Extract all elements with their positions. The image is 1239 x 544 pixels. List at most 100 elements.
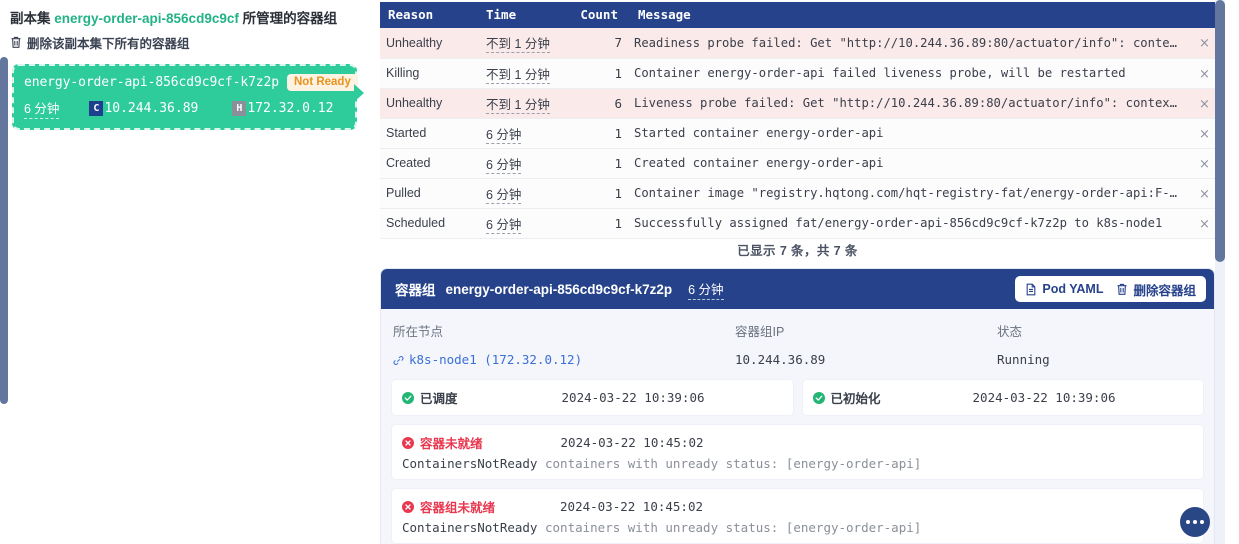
table-row[interactable]: Unhealthy 不到 1 分钟 7 Readiness probe failed:… — [380, 28, 1215, 59]
event-count: 1 — [566, 208, 628, 239]
pod-card-top-row: energy-order-api-856cd9c9cf-k7z2p Not Re… — [24, 74, 358, 91]
table-row[interactable]: Started 6 分钟 1 Started container energy-ord… — [380, 118, 1215, 149]
close-icon[interactable]: × — [1199, 158, 1210, 171]
event-reason: Unhealthy — [380, 88, 480, 119]
column-header-dismiss — [1193, 2, 1215, 28]
table-row[interactable]: Scheduled 6 分钟 1 Successfully assigned fat/… — [380, 208, 1215, 239]
replicaset-name: energy-order-api-856cd9c9cf — [54, 11, 239, 26]
column-header-message[interactable]: Message — [628, 2, 1193, 28]
table-row[interactable]: Unhealthy 不到 1 分钟 6 Liveness probe failed: … — [380, 88, 1215, 119]
pod-yaml-button[interactable]: Pod YAML — [1025, 282, 1103, 296]
events-table-footer: 已显示 7 条，共 7 条 — [737, 244, 858, 258]
event-time: 不到 1 分钟 — [480, 28, 566, 59]
condition-initialized-line: 已初始化 2024-03-22 10:39:06 — [812, 388, 1194, 407]
pod-panel-body: 所在节点 容器组IP 状态 k8s-node1 (172.32.0.12) 10… — [381, 309, 1214, 544]
column-header-time[interactable]: Time — [480, 2, 566, 28]
pod-card-bottom-row: 6 分钟 C 10.244.36.89 H 172.32.0.12 — [24, 98, 345, 119]
column-header-count[interactable]: Count — [566, 2, 628, 28]
page-title-suffix: 所管理的容器组 — [242, 11, 338, 26]
close-icon[interactable]: × — [1199, 218, 1210, 231]
events-table-head: Reason Time Count Message — [380, 2, 1215, 28]
error-circle-icon — [402, 436, 414, 449]
scrollbar-gutter — [1225, 0, 1239, 544]
close-icon[interactable]: × — [1199, 188, 1210, 201]
event-count: 1 — [566, 178, 628, 209]
pod-panel-age: 6 分钟 — [688, 279, 724, 300]
tree-connector-rail — [0, 57, 8, 404]
event-count: 1 — [566, 148, 628, 179]
container-ip-tag-icon: C — [89, 101, 104, 116]
pod-ip-value: 10.244.36.89 — [735, 352, 826, 367]
condition-reason: ContainersNotReady — [402, 456, 538, 471]
close-icon[interactable]: × — [1199, 98, 1210, 111]
table-row[interactable]: Created 6 分钟 1 Created container energy-ord… — [380, 148, 1215, 179]
condition-containers-not-ready-line: 容器未就绪 2024-03-22 10:45:02 — [402, 433, 1193, 452]
condition-reason: ContainersNotReady — [402, 520, 538, 535]
event-time: 6 分钟 — [480, 148, 566, 179]
condition-initialized-time: 2024-03-22 10:39:06 — [972, 390, 1116, 405]
events-table: Reason Time Count Message Unhealthy 不到 1 … — [380, 2, 1215, 239]
event-time: 不到 1 分钟 — [480, 58, 566, 89]
condition-containers-not-ready: 容器未就绪 2024-03-22 10:45:02 ContainersNotR… — [391, 424, 1204, 480]
status-badge: Not Ready — [286, 74, 358, 91]
pod-ip-label: 容器组IP — [735, 325, 785, 339]
condition-containers-not-ready-title: 容器未就绪 — [420, 437, 483, 451]
event-reason: Scheduled — [380, 208, 480, 239]
node-label: 所在节点 — [393, 325, 444, 339]
pod-yaml-label: Pod YAML — [1042, 282, 1104, 296]
event-dismiss-cell: × — [1193, 28, 1215, 59]
event-time: 不到 1 分钟 — [480, 88, 566, 119]
check-circle-icon — [402, 391, 414, 404]
error-circle-icon — [402, 500, 414, 513]
close-icon[interactable]: × — [1199, 68, 1210, 81]
table-row[interactable]: Pulled 6 分钟 1 Container image "registry.hqt… — [380, 178, 1215, 209]
delete-pod-label: 删除容器组 — [1133, 283, 1196, 298]
pod-card-container: energy-order-api-856cd9c9cf-k7z2p Not Re… — [12, 64, 364, 130]
table-row[interactable]: Killing 不到 1 分钟 1 Container energy-order-ap… — [380, 58, 1215, 89]
close-icon[interactable]: × — [1199, 37, 1210, 50]
page-title-prefix: 副本集 — [10, 11, 51, 26]
pod-card-host-ip: H 172.32.0.12 — [232, 101, 333, 116]
node-link[interactable]: k8s-node1 (172.32.0.12) — [393, 352, 735, 367]
event-count: 1 — [566, 118, 628, 149]
event-time-value: 6 分钟 — [486, 127, 522, 144]
delete-all-pods-button[interactable]: 删除该副本集下所有的容器组 — [10, 33, 369, 52]
vertical-scrollbar-thumb[interactable] — [1215, 0, 1225, 262]
condition-containers-not-ready-time: 2024-03-22 10:45:02 — [560, 435, 704, 450]
document-icon — [1025, 283, 1037, 296]
event-message: Readiness probe failed: Get "http://10.2… — [628, 28, 1193, 59]
event-dismiss-cell: × — [1193, 58, 1215, 89]
dot — [1200, 520, 1204, 524]
column-header-reason[interactable]: Reason — [380, 2, 480, 28]
event-reason: Pulled — [380, 178, 480, 209]
event-time-value: 不到 1 分钟 — [486, 67, 550, 84]
event-time: 6 分钟 — [480, 118, 566, 149]
app-screen: 副本集 energy-order-api-856cd9c9cf 所管理的容器组 … — [0, 0, 1239, 544]
pod-detail-column: Reason Time Count Message Unhealthy 不到 1 … — [380, 0, 1239, 544]
condition-pod-not-ready-line: 容器组未就绪 2024-03-22 10:45:02 — [402, 497, 1193, 516]
events-table-header-row: Reason Time Count Message — [380, 2, 1215, 28]
check-circle-icon — [812, 391, 825, 404]
close-icon[interactable]: × — [1199, 128, 1210, 141]
pod-panel-name: energy-order-api-856cd9c9cf-k7z2p — [445, 281, 673, 297]
delete-pod-button[interactable]: 删除容器组 — [1116, 280, 1196, 299]
event-dismiss-cell: × — [1193, 208, 1215, 239]
condition-scheduled-line: 已调度 2024-03-22 10:39:06 — [402, 388, 783, 407]
condition-pod-not-ready: 容器组未就绪 2024-03-22 10:45:02 ContainersNot… — [391, 488, 1204, 544]
more-actions-fab[interactable] — [1180, 507, 1210, 537]
event-time: 6 分钟 — [480, 178, 566, 209]
pod-card[interactable]: energy-order-api-856cd9c9cf-k7z2p Not Re… — [12, 64, 364, 130]
replicaset-header: 副本集 energy-order-api-856cd9c9cf 所管理的容器组 … — [0, 0, 379, 52]
event-message: Created container energy-order-api — [628, 148, 1193, 179]
pod-status-label: 状态 — [997, 325, 1023, 339]
pod-detail-panel: 容器组 energy-order-api-856cd9c9cf-k7z2p 6 … — [380, 268, 1215, 544]
event-message: Successfully assigned fat/energy-order-a… — [628, 208, 1193, 239]
event-reason: Unhealthy — [380, 28, 480, 59]
link-icon — [393, 354, 404, 365]
event-message: Started container energy-order-api — [628, 118, 1193, 149]
event-time-value: 6 分钟 — [486, 157, 522, 174]
trash-icon — [10, 36, 22, 49]
replicaset-pods-panel: 副本集 energy-order-api-856cd9c9cf 所管理的容器组 … — [0, 0, 379, 544]
condition-pod-not-ready-detail: ContainersNotReady containers with unrea… — [402, 520, 1193, 535]
event-dismiss-cell: × — [1193, 118, 1215, 149]
